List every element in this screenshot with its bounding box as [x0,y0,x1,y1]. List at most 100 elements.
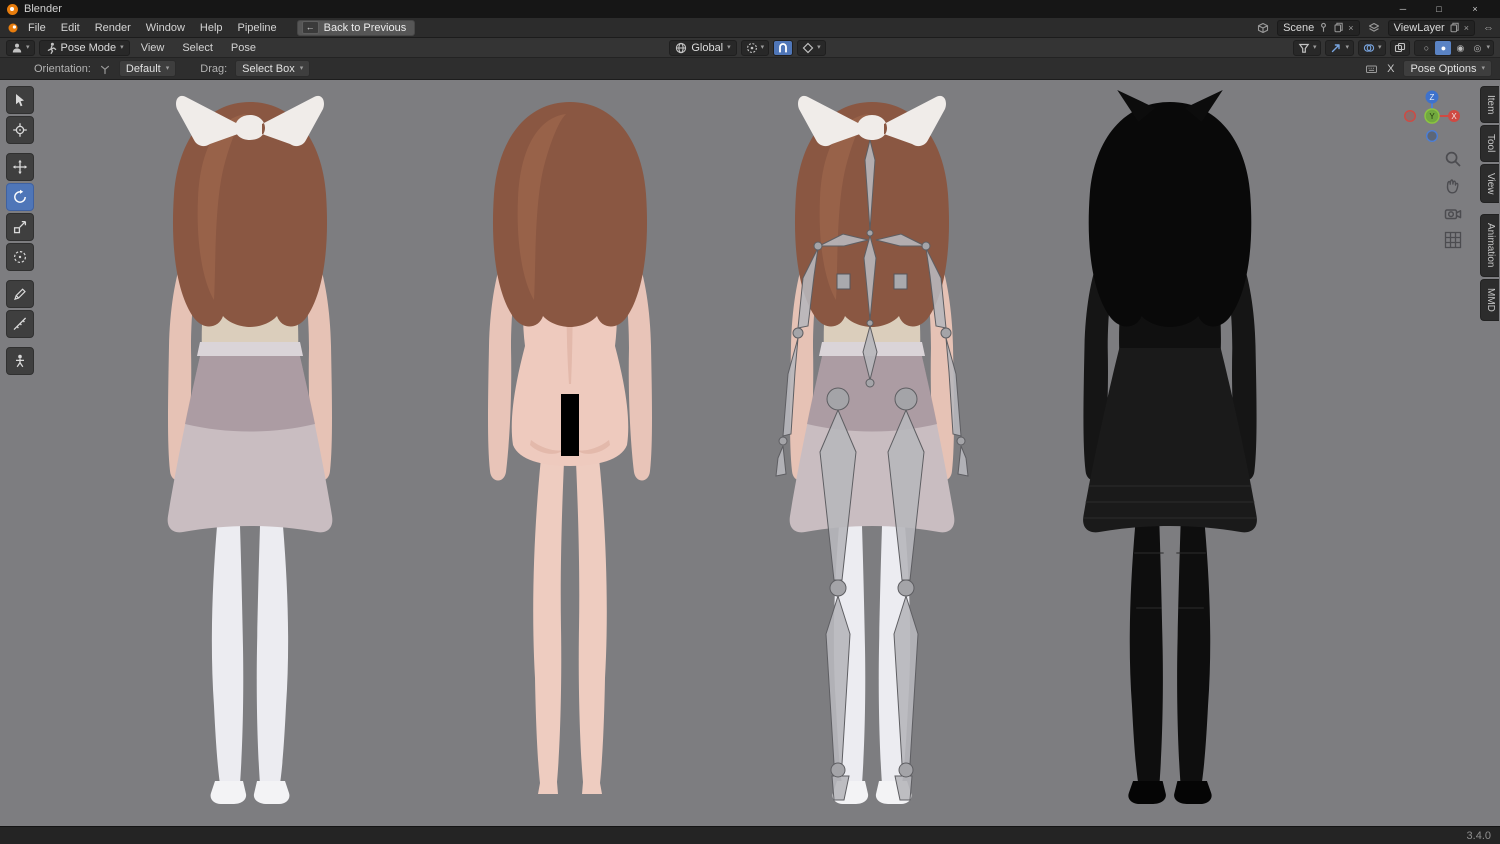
model-wireframe[interactable] [980,88,1360,808]
pivot-point-dropdown[interactable]: ▾ [740,39,770,56]
menu-pipeline[interactable]: Pipeline [231,20,284,36]
model-clothed-back[interactable] [70,88,430,808]
rotate-tool-button[interactable] [6,183,34,211]
scale-tool-button[interactable] [6,213,34,241]
gizmo-arrow-icon [1332,43,1341,52]
censor-bar [561,394,579,456]
transform-tool-button[interactable] [6,243,34,271]
remove-viewlayer-icon[interactable]: × [1464,23,1469,33]
magnet-icon [779,42,788,53]
viewport-3d[interactable]: Z X Y Item Tool View Animation MMD [0,80,1500,826]
globe-icon [676,42,687,53]
menu-file[interactable]: File [21,20,53,36]
rotate-icon [14,189,26,203]
viewlayer-selector[interactable]: ViewLayer × [1387,19,1475,36]
menu-pose[interactable]: Pose [224,40,263,56]
new-scene-icon[interactable] [1333,22,1344,33]
browse-scene-icon[interactable] [1257,22,1269,34]
viewport-header-right: ▾ ▾ ▾ ○ ● ◉ ◎ ▾ [1292,39,1494,56]
minimize-button[interactable]: ─ [1385,0,1421,18]
overlays-dropdown[interactable]: ▾ [1357,39,1387,56]
camera-view-button[interactable] [1442,202,1464,224]
new-viewlayer-icon[interactable] [1449,22,1460,33]
blender-menu-icon[interactable] [6,22,20,34]
drag-dropdown[interactable]: Select Box ▾ [235,60,311,77]
annotate-tool-button[interactable] [6,280,34,308]
titlebar: Blender ─ □ × [0,0,1500,18]
version-label: 3.4.0 [1466,829,1491,842]
mode-selector-label: Pose Mode [60,41,117,54]
camera-icon [1444,209,1462,220]
snap-toggle-button[interactable] [773,39,794,56]
axis-z-negative-ball[interactable] [1426,130,1439,143]
orientation-axis-icon [100,65,109,74]
move-tool-button[interactable] [6,153,34,181]
menu-edit[interactable]: Edit [54,20,87,36]
unlink-scene-icon[interactable]: × [1348,23,1353,33]
chevron-down-icon: ▾ [817,44,821,51]
back-to-previous-button[interactable]: ← Back to Previous [296,19,416,36]
shading-rendered-button[interactable]: ◎ [1469,41,1485,55]
chevron-down-icon: ▾ [120,44,124,51]
select-box-tool-button[interactable] [6,86,34,114]
menu-window[interactable]: Window [139,20,192,36]
pin-icon[interactable] [1318,22,1329,33]
tab-item[interactable]: Item [1480,86,1499,124]
viewport-header-left: ▾ Pose Mode ▾ View Select Pose [6,39,263,56]
ortho-toggle-button[interactable] [1442,229,1464,251]
menu-view[interactable]: View [134,40,172,56]
menu-select[interactable]: Select [175,40,220,56]
snap-to-icon [803,42,814,53]
zoom-button[interactable] [1442,148,1464,170]
pivot-icon [746,42,757,53]
editor-type-dropdown[interactable]: ▾ [6,39,35,56]
pose-breakdowner-tool-button[interactable] [6,347,34,375]
xray-icon [1395,42,1406,52]
mode-selector-dropdown[interactable]: Pose Mode ▾ [38,39,130,56]
chevron-down-icon: ▾ [1377,44,1382,51]
transform-orientation-dropdown[interactable]: Global ▾ [669,39,737,56]
chevron-down-icon: ▾ [26,44,30,51]
back-arrow-icon: ← [301,21,319,34]
menu-help[interactable]: Help [193,20,230,36]
cursor-tool-button[interactable] [6,116,34,144]
magnifier-icon [1445,151,1461,167]
snapping-dropdown[interactable]: ▾ [797,39,826,56]
filter-funnel-icon [1299,43,1309,53]
drag-label: Drag: [200,62,228,75]
pose-options-dropdown[interactable]: Pose Options ▾ [1403,60,1492,77]
shading-material-button[interactable]: ◉ [1452,41,1468,55]
object-visibility-dropdown[interactable]: ▾ [1292,39,1322,56]
chevron-down-icon: ▾ [299,65,304,72]
chevron-down-icon: ▾ [1345,44,1349,51]
expand-topbar-icon[interactable]: ⇔ [1483,22,1494,34]
close-button[interactable]: × [1457,0,1493,18]
shading-solid-button[interactable]: ● [1435,40,1452,55]
editor-type-icon [12,43,22,52]
viewport-header: ▾ Pose Mode ▾ View Select Pose Global ▾ … [0,38,1500,58]
tab-mmd[interactable]: MMD [1480,278,1499,321]
chevron-down-icon[interactable]: ▾ [1486,44,1490,51]
maximize-button[interactable]: □ [1421,0,1457,18]
scene-selector[interactable]: Scene × [1277,19,1360,36]
menu-render[interactable]: Render [88,20,138,36]
shading-wireframe-button[interactable]: ○ [1418,41,1434,55]
orientation-dropdown[interactable]: Default ▾ [118,60,177,77]
tab-animation[interactable]: Animation [1480,214,1499,277]
overlays-icon [1363,43,1375,52]
xray-toggle-button[interactable] [1390,39,1411,56]
tab-tool[interactable]: Tool [1480,125,1499,162]
axis-x-label: X [1451,112,1457,121]
blender-window: Blender ─ □ × File Edit Render Window He… [0,0,1500,844]
measure-tool-button[interactable] [6,310,34,338]
hand-icon [1446,179,1459,194]
navigation-gizmo[interactable]: Z X Y [1402,88,1462,146]
window-controls: ─ □ × [1385,0,1493,18]
pan-button[interactable] [1442,175,1464,197]
keymap-icon [1366,65,1378,73]
axis-x-negative-ball[interactable] [1403,110,1417,123]
gizmos-dropdown[interactable]: ▾ [1325,39,1354,56]
chevron-down-icon: ▾ [1481,65,1485,72]
statusbar: 3.4.0 [0,826,1500,844]
tab-view[interactable]: View [1480,163,1499,204]
